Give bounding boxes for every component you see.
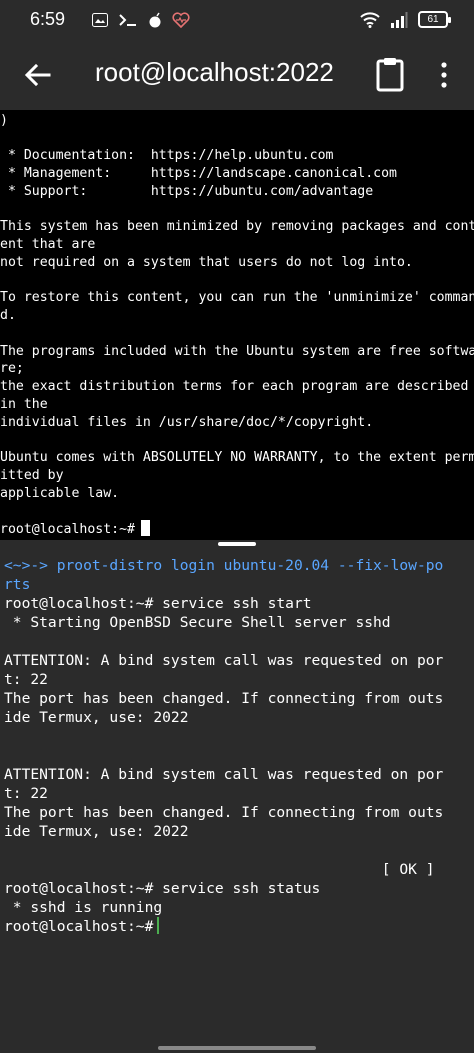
terminal-ok-status: [ OK ]	[4, 861, 435, 878]
terminal-line: in the	[0, 397, 48, 412]
terminal-line: individual files in /usr/share/doc/*/cop…	[0, 415, 374, 430]
terminal-cursor	[140, 520, 150, 536]
gesture-nav-bar[interactable]	[158, 1046, 316, 1050]
split-resize-handle[interactable]	[218, 542, 256, 546]
terminal-line: re;	[0, 361, 24, 376]
terminal-line: Ubuntu comes with ABSOLUTELY NO WARRANTY…	[0, 450, 474, 465]
system-icons: 61	[360, 11, 451, 28]
terminal-line: the exact distribution terms for each pr…	[0, 379, 469, 394]
terminal-line: * Documentation: https://help.ubuntu.com	[0, 148, 334, 163]
terminal-line: The port has been changed. If connecting…	[4, 804, 444, 821]
terminal-line: d.	[0, 308, 16, 323]
ssh-terminal-output[interactable]: ) * Documentation: https://help.ubuntu.c…	[0, 110, 474, 540]
terminal-cursor	[157, 917, 160, 934]
status-time: 6:59	[30, 9, 66, 29]
terminal-prompt: root@localhost:~#	[0, 522, 135, 537]
terminal-line: To restore this content, you can run the…	[0, 290, 474, 305]
terminal-line: root@localhost:~# service ssh status	[4, 880, 321, 897]
terminal-line: ATTENTION: A bind system call was reques…	[4, 652, 444, 669]
page-title: root@localhost:2022	[95, 57, 334, 87]
more-options-icon[interactable]	[434, 60, 454, 90]
terminal-command-line: <~>-> proot-distro login ubuntu-20.04 --…	[4, 557, 444, 574]
terminal-line: ent that are	[0, 237, 96, 252]
clipboard-icon[interactable]	[374, 56, 406, 92]
battery-icon: 61	[418, 11, 451, 28]
terminal-line: t: 22	[4, 785, 48, 802]
status-bar: 6:59 61	[0, 0, 474, 40]
termux-terminal-output[interactable]: <~>-> proot-distro login ubuntu-20.04 --…	[0, 548, 474, 1053]
notification-icons	[92, 12, 190, 28]
signal-icon	[391, 11, 408, 28]
terminal-line: itted by	[0, 468, 64, 483]
terminal-line: * Support: https://ubuntu.com/advantage	[0, 184, 374, 199]
terminal-prompt: root@localhost:~#	[4, 918, 154, 935]
terminal-line: root@localhost:~# service ssh start	[4, 595, 312, 612]
terminal-line: * Management: https://landscape.canonica…	[0, 166, 397, 181]
app-bar: root@localhost:2022	[0, 40, 474, 110]
heart-pulse-icon	[172, 12, 190, 28]
terminal-line: This system has been minimized by removi…	[0, 219, 474, 234]
terminal-line: * sshd is running	[4, 899, 163, 916]
gallery-icon	[92, 13, 108, 27]
terminal-prompt-line: root@localhost:~#	[4, 917, 160, 936]
terminal-line: ide Termux, use: 2022	[4, 709, 189, 726]
terminal-icon	[119, 14, 136, 26]
terminal-prompt-line: root@localhost:~#	[0, 520, 150, 538]
terminal-line: The programs included with the Ubuntu sy…	[0, 344, 474, 359]
back-arrow-icon[interactable]	[22, 59, 54, 91]
bomb-icon	[149, 12, 161, 28]
terminal-line: t: 22	[4, 671, 48, 688]
terminal-command-line: rts	[4, 576, 31, 593]
terminal-line: ide Termux, use: 2022	[4, 823, 189, 840]
wifi-icon	[360, 11, 380, 28]
terminal-line: The port has been changed. If connecting…	[4, 690, 444, 707]
terminal-line: not required on a system that users do n…	[0, 255, 413, 270]
terminal-line: )	[0, 113, 8, 128]
terminal-line: ATTENTION: A bind system call was reques…	[4, 766, 444, 783]
terminal-line: applicable law.	[0, 486, 120, 501]
terminal-line: * Starting OpenBSD Secure Shell server s…	[4, 614, 391, 631]
